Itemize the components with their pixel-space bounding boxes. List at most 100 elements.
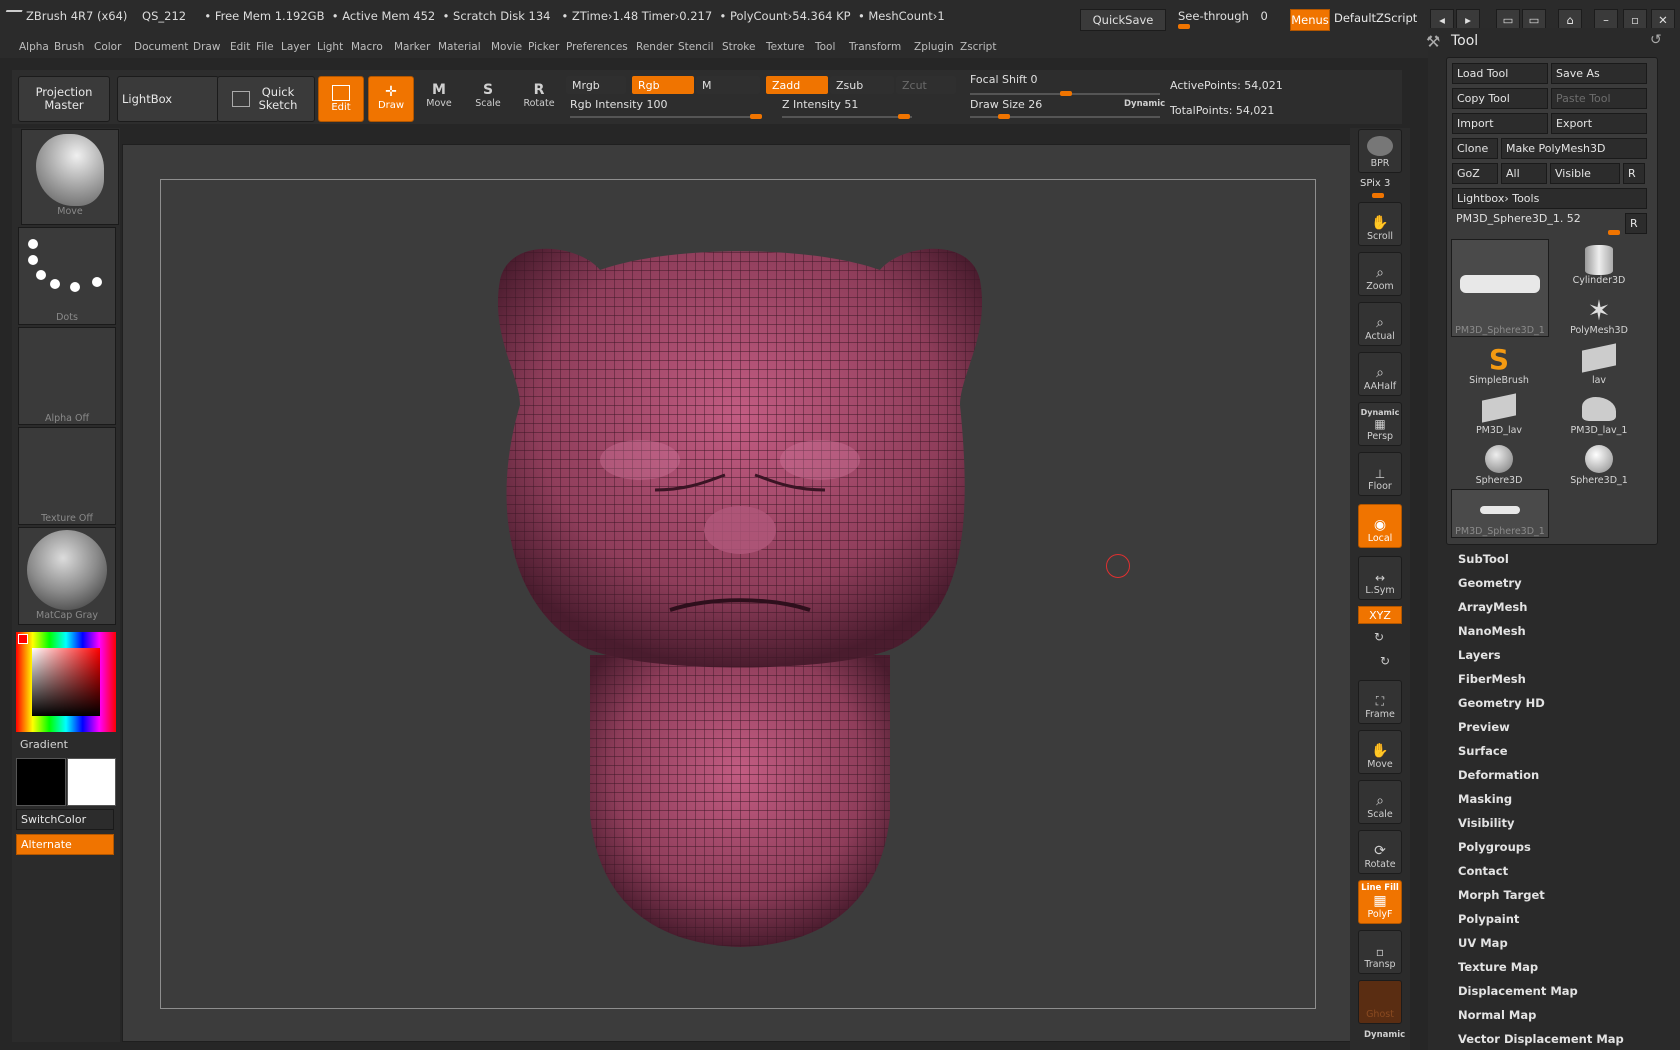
draw-size-knob[interactable] bbox=[998, 114, 1010, 119]
menu-macro[interactable]: Macro bbox=[351, 41, 383, 53]
subpalette-subtool[interactable]: SubTool bbox=[1458, 552, 1509, 566]
rotate-y-icon[interactable]: ↻ bbox=[1374, 630, 1384, 644]
subpalette-surface[interactable]: Surface bbox=[1458, 744, 1508, 758]
subpalette-normal-map[interactable]: Normal Map bbox=[1458, 1008, 1536, 1022]
goz-r-button[interactable]: R bbox=[1623, 163, 1645, 184]
menu-alpha[interactable]: Alpha bbox=[19, 41, 49, 53]
subpalette-masking[interactable]: Masking bbox=[1458, 792, 1512, 806]
menu-transform[interactable]: Transform bbox=[849, 41, 901, 53]
tool-item-sphere3d[interactable]: Sphere3D bbox=[1451, 439, 1547, 486]
zsub-button[interactable]: Zsub bbox=[830, 76, 894, 94]
subpalette-nanomesh[interactable]: NanoMesh bbox=[1458, 624, 1526, 638]
quicksave-button[interactable]: QuickSave bbox=[1080, 9, 1166, 31]
quick-sketch-button[interactable]: Quick Sketch bbox=[217, 76, 315, 122]
mrgb-button[interactable]: Mrgb bbox=[566, 76, 626, 94]
menu-render[interactable]: Render bbox=[636, 41, 673, 53]
copy-tool-button[interactable]: Copy Tool bbox=[1452, 88, 1548, 109]
z-intensity-slider[interactable]: Z Intensity 51 bbox=[782, 98, 912, 120]
sculpt-mesh[interactable] bbox=[470, 225, 1010, 955]
menu-material[interactable]: Material bbox=[438, 41, 481, 53]
subpalette-preview[interactable]: Preview bbox=[1458, 720, 1510, 734]
frame-button[interactable]: ⛶ Frame bbox=[1358, 680, 1402, 724]
paste-tool-button[interactable]: Paste Tool bbox=[1551, 88, 1647, 109]
tool-item-polymesh3d[interactable]: ✶ PolyMesh3D bbox=[1551, 289, 1647, 337]
tool-item-pm3d-sphere[interactable]: PM3D_Sphere3D_1 bbox=[1451, 239, 1549, 337]
subpalette-morph-target[interactable]: Morph Target bbox=[1458, 888, 1545, 902]
shelf-rotate-button[interactable]: ⟳ Rotate bbox=[1358, 830, 1402, 874]
subpalette-displacement-map[interactable]: Displacement Map bbox=[1458, 984, 1578, 998]
z-intensity-knob[interactable] bbox=[898, 114, 910, 119]
focal-shift-knob[interactable] bbox=[1060, 91, 1072, 96]
subpalette-geometry-hd[interactable]: Geometry HD bbox=[1458, 696, 1545, 710]
subpalette-vector-displacement-map[interactable]: Vector Displacement Map bbox=[1458, 1032, 1624, 1046]
menu-marker[interactable]: Marker bbox=[394, 41, 430, 53]
texture-selector[interactable]: Texture Off bbox=[18, 427, 116, 525]
menu-preferences[interactable]: Preferences bbox=[566, 41, 628, 53]
menu-picker[interactable]: Picker bbox=[528, 41, 559, 53]
bpr-button[interactable]: BPR bbox=[1358, 129, 1402, 173]
clone-button[interactable]: Clone bbox=[1452, 138, 1498, 159]
tool-palette-refresh-icon[interactable]: ↺ bbox=[1650, 32, 1662, 48]
rgb-button[interactable]: Rgb bbox=[632, 76, 694, 94]
color-picker-square[interactable] bbox=[32, 648, 100, 716]
local-button[interactable]: ◉ Local bbox=[1358, 504, 1402, 548]
save-as-button[interactable]: Save As bbox=[1551, 63, 1647, 84]
tool-item-sphere3d-1[interactable]: Sphere3D_1 bbox=[1551, 439, 1647, 486]
subpalette-deformation[interactable]: Deformation bbox=[1458, 768, 1539, 782]
menu-edit[interactable]: Edit bbox=[230, 41, 250, 53]
load-tool-button[interactable]: Load Tool bbox=[1452, 63, 1548, 84]
menu-layer[interactable]: Layer bbox=[281, 41, 310, 53]
current-tool-slider[interactable]: PM3D_Sphere3D_1. 52 bbox=[1452, 212, 1620, 235]
alpha-selector[interactable]: Alpha Off bbox=[18, 327, 116, 425]
menu-zscript[interactable]: Zscript bbox=[960, 41, 996, 53]
rgb-intensity-knob[interactable] bbox=[750, 114, 762, 119]
shelf-move-button[interactable]: ✋ Move bbox=[1358, 730, 1402, 774]
subpalette-geometry[interactable]: Geometry bbox=[1458, 576, 1522, 590]
edit-button[interactable]: Edit bbox=[318, 76, 364, 122]
scale-button[interactable]: S Scale bbox=[469, 82, 507, 109]
see-through-knob[interactable] bbox=[1178, 24, 1190, 29]
subpalette-texture-map[interactable]: Texture Map bbox=[1458, 960, 1538, 974]
current-tool-knob[interactable] bbox=[1608, 230, 1620, 235]
polyf-button[interactable]: Line Fill ▦ PolyF bbox=[1358, 880, 1402, 924]
zcut-button[interactable]: Zcut bbox=[896, 76, 956, 94]
zoom-button[interactable]: ⌕ Zoom bbox=[1358, 252, 1402, 296]
subpalette-contact[interactable]: Contact bbox=[1458, 864, 1508, 878]
menu-color[interactable]: Color bbox=[94, 41, 121, 53]
lsym-button[interactable]: ↔ L.Sym bbox=[1358, 556, 1402, 600]
see-through-slider[interactable]: See-through 0 bbox=[1178, 9, 1278, 31]
import-button[interactable]: Import bbox=[1452, 113, 1548, 134]
subpalette-visibility[interactable]: Visibility bbox=[1458, 816, 1514, 830]
lightbox-tools-button[interactable]: Lightbox› Tools bbox=[1452, 188, 1647, 209]
dynamic-button[interactable]: Dynamic bbox=[1124, 99, 1165, 109]
m-button[interactable]: M bbox=[696, 76, 760, 94]
tool-item-simplebrush[interactable]: S SimpleBrush bbox=[1451, 339, 1547, 387]
switchcolor-button[interactable]: SwitchColor bbox=[16, 809, 114, 830]
floor-button[interactable]: ⊥ Floor bbox=[1358, 452, 1402, 496]
goz-visible-button[interactable]: Visible bbox=[1550, 163, 1620, 184]
focal-shift-slider[interactable]: Focal Shift 0 bbox=[970, 73, 1160, 96]
lightbox-button[interactable]: LightBox bbox=[117, 76, 219, 122]
subpalette-layers[interactable]: Layers bbox=[1458, 648, 1501, 662]
menu-tool[interactable]: Tool bbox=[815, 41, 835, 53]
persp-button[interactable]: Dynamic ▦ Persp bbox=[1358, 402, 1402, 446]
subpalette-fibermesh[interactable]: FiberMesh bbox=[1458, 672, 1526, 686]
goz-all-button[interactable]: All bbox=[1501, 163, 1547, 184]
actual-button[interactable]: ⌕ Actual bbox=[1358, 302, 1402, 346]
rotate-button[interactable]: R Rotate bbox=[520, 82, 558, 109]
aahalf-button[interactable]: ⌕ AAHalf bbox=[1358, 352, 1402, 396]
spix-knob[interactable] bbox=[1372, 193, 1384, 198]
tool-palette-title[interactable]: Tool bbox=[1451, 33, 1478, 49]
menus-button[interactable]: Menus bbox=[1290, 9, 1330, 31]
ghost-button[interactable]: Ghost bbox=[1358, 980, 1402, 1024]
move-button[interactable]: M Move bbox=[420, 82, 458, 109]
secondary-color-swatch[interactable] bbox=[67, 758, 116, 806]
menu-draw[interactable]: Draw bbox=[193, 41, 220, 53]
tool-item-cylinder3d[interactable]: Cylinder3D bbox=[1551, 239, 1647, 286]
gradient-label[interactable]: Gradient bbox=[20, 738, 68, 751]
brush-selector[interactable]: Move bbox=[21, 129, 119, 225]
spix-slider[interactable]: SPix 3 bbox=[1360, 178, 1404, 198]
current-tool-r-button[interactable]: R bbox=[1625, 213, 1647, 234]
script-label[interactable]: DefaultZScript bbox=[1334, 11, 1417, 25]
menu-brush[interactable]: Brush bbox=[54, 41, 84, 53]
